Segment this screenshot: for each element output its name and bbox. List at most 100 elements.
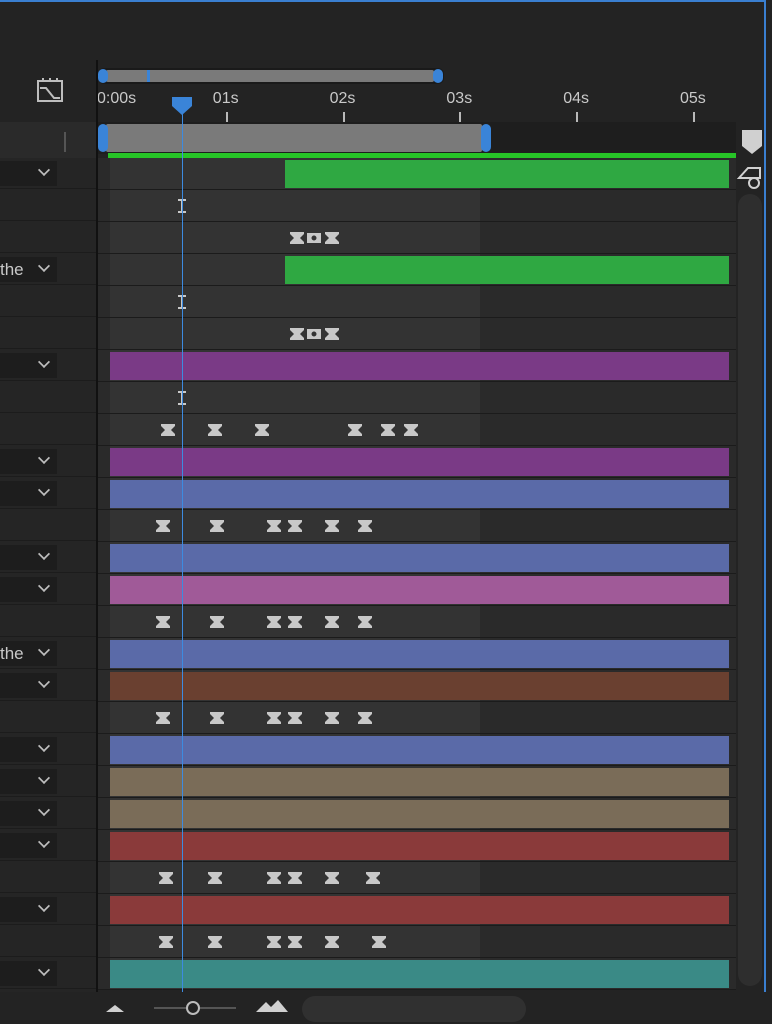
- hold-keyframe-icon[interactable]: [155, 710, 171, 726]
- layer-row-header[interactable]: [0, 350, 96, 381]
- hold-keyframe-icon[interactable]: [324, 934, 340, 950]
- hold-keyframe-icon[interactable]: [287, 518, 303, 534]
- hold-keyframe-icon[interactable]: [380, 422, 396, 438]
- layer-mode-dropdown[interactable]: [0, 161, 57, 186]
- layer-row-header[interactable]: [0, 926, 96, 957]
- layer-duration-bar[interactable]: [110, 832, 730, 860]
- track-area[interactable]: [98, 158, 736, 992]
- hold-keyframe-icon[interactable]: [324, 614, 340, 630]
- layer-duration-bar[interactable]: [110, 480, 730, 508]
- zoom-in-mountain-icon[interactable]: [254, 998, 290, 1014]
- hold-keyframe-icon[interactable]: [403, 422, 419, 438]
- hold-keyframe-icon[interactable]: [287, 870, 303, 886]
- layer-duration-bar[interactable]: [285, 160, 730, 188]
- time-navigator-end-handle[interactable]: [433, 69, 443, 83]
- layer-duration-bar[interactable]: [110, 448, 730, 476]
- layer-track-row[interactable]: [98, 926, 736, 958]
- layer-mode-dropdown[interactable]: the: [0, 641, 57, 666]
- hold-keyframe-icon[interactable]: [266, 710, 282, 726]
- layer-track-row[interactable]: [98, 318, 736, 350]
- work-area-end-handle[interactable]: [481, 124, 491, 152]
- layer-track-row[interactable]: [98, 414, 736, 446]
- layer-row-header[interactable]: [0, 542, 96, 573]
- hold-keyframe-icon[interactable]: [357, 518, 373, 534]
- layer-mode-dropdown[interactable]: [0, 449, 57, 474]
- layer-row-header[interactable]: [0, 414, 96, 445]
- layer-row-header[interactable]: the: [0, 638, 96, 669]
- layer-row-header[interactable]: [0, 862, 96, 893]
- hold-keyframe-icon[interactable]: [365, 870, 381, 886]
- marker-icon[interactable]: [740, 126, 764, 156]
- hold-keyframe-icon[interactable]: [266, 614, 282, 630]
- layer-track-row[interactable]: [98, 542, 736, 574]
- hold-keyframe-icon[interactable]: [155, 614, 171, 630]
- hold-keyframe-icon[interactable]: [287, 710, 303, 726]
- layer-row-header[interactable]: [0, 574, 96, 605]
- time-ruler[interactable]: [98, 84, 736, 122]
- layer-mode-dropdown[interactable]: [0, 737, 57, 762]
- layer-track-row[interactable]: [98, 510, 736, 542]
- hold-dot-keyframe-icon[interactable]: [306, 326, 322, 342]
- layer-mode-dropdown[interactable]: [0, 769, 57, 794]
- layer-duration-bar[interactable]: [110, 896, 730, 924]
- layer-track-row[interactable]: [98, 606, 736, 638]
- layer-row-header[interactable]: [0, 670, 96, 701]
- layer-mode-dropdown[interactable]: [0, 897, 57, 922]
- layer-mode-dropdown[interactable]: [0, 961, 57, 986]
- layer-track-row[interactable]: [98, 702, 736, 734]
- layer-track-row[interactable]: [98, 254, 736, 286]
- layer-track-row[interactable]: [98, 286, 736, 318]
- layer-duration-bar[interactable]: [110, 672, 730, 700]
- layer-mode-dropdown[interactable]: [0, 833, 57, 858]
- layer-row-header[interactable]: [0, 606, 96, 637]
- hold-keyframe-icon[interactable]: [287, 934, 303, 950]
- hold-keyframe-icon[interactable]: [287, 614, 303, 630]
- layer-duration-bar[interactable]: [110, 736, 730, 764]
- layer-track-row[interactable]: [98, 190, 736, 222]
- vertical-scrollbar[interactable]: [738, 194, 762, 986]
- hold-keyframe-icon[interactable]: [289, 326, 305, 342]
- hold-keyframe-icon[interactable]: [371, 934, 387, 950]
- layer-row-header[interactable]: [0, 510, 96, 541]
- layer-track-row[interactable]: [98, 446, 736, 478]
- playhead-handle[interactable]: [171, 96, 193, 116]
- layer-track-row[interactable]: [98, 830, 736, 862]
- layer-row-header[interactable]: the: [0, 254, 96, 285]
- hold-keyframe-icon[interactable]: [324, 710, 340, 726]
- hold-keyframe-icon[interactable]: [209, 710, 225, 726]
- hold-keyframe-icon[interactable]: [324, 870, 340, 886]
- time-navigator-start-handle[interactable]: [98, 69, 108, 83]
- layer-mode-dropdown[interactable]: [0, 481, 57, 506]
- layer-duration-bar[interactable]: [110, 800, 730, 828]
- layer-mode-dropdown[interactable]: [0, 673, 57, 698]
- layer-row-header[interactable]: [0, 734, 96, 765]
- layer-row-header[interactable]: [0, 766, 96, 797]
- hold-keyframe-icon[interactable]: [209, 518, 225, 534]
- layer-mode-dropdown[interactable]: [0, 577, 57, 602]
- layer-track-row[interactable]: [98, 862, 736, 894]
- hold-keyframe-icon[interactable]: [357, 614, 373, 630]
- horizontal-scrollbar[interactable]: [302, 996, 526, 1022]
- hold-keyframe-icon[interactable]: [324, 518, 340, 534]
- layer-track-row[interactable]: [98, 350, 736, 382]
- layer-mode-dropdown[interactable]: [0, 801, 57, 826]
- layer-duration-bar[interactable]: [110, 640, 730, 668]
- composition-icon[interactable]: [34, 76, 66, 104]
- layer-row-header[interactable]: [0, 222, 96, 253]
- layer-track-row[interactable]: [98, 734, 736, 766]
- layer-row-header[interactable]: [0, 382, 96, 413]
- hold-keyframe-icon[interactable]: [324, 326, 340, 342]
- hold-keyframe-icon[interactable]: [207, 934, 223, 950]
- layer-duration-bar[interactable]: [110, 352, 730, 380]
- layer-mode-dropdown[interactable]: [0, 545, 57, 570]
- layer-track-row[interactable]: [98, 574, 736, 606]
- layer-mode-dropdown[interactable]: [0, 353, 57, 378]
- hold-keyframe-icon[interactable]: [155, 518, 171, 534]
- hold-keyframe-icon[interactable]: [207, 870, 223, 886]
- layer-track-row[interactable]: [98, 766, 736, 798]
- zoom-slider-knob[interactable]: [186, 1001, 200, 1015]
- layer-row-header[interactable]: [0, 894, 96, 925]
- layer-track-row[interactable]: [98, 222, 736, 254]
- layer-track-row[interactable]: [98, 638, 736, 670]
- hold-keyframe-icon[interactable]: [347, 422, 363, 438]
